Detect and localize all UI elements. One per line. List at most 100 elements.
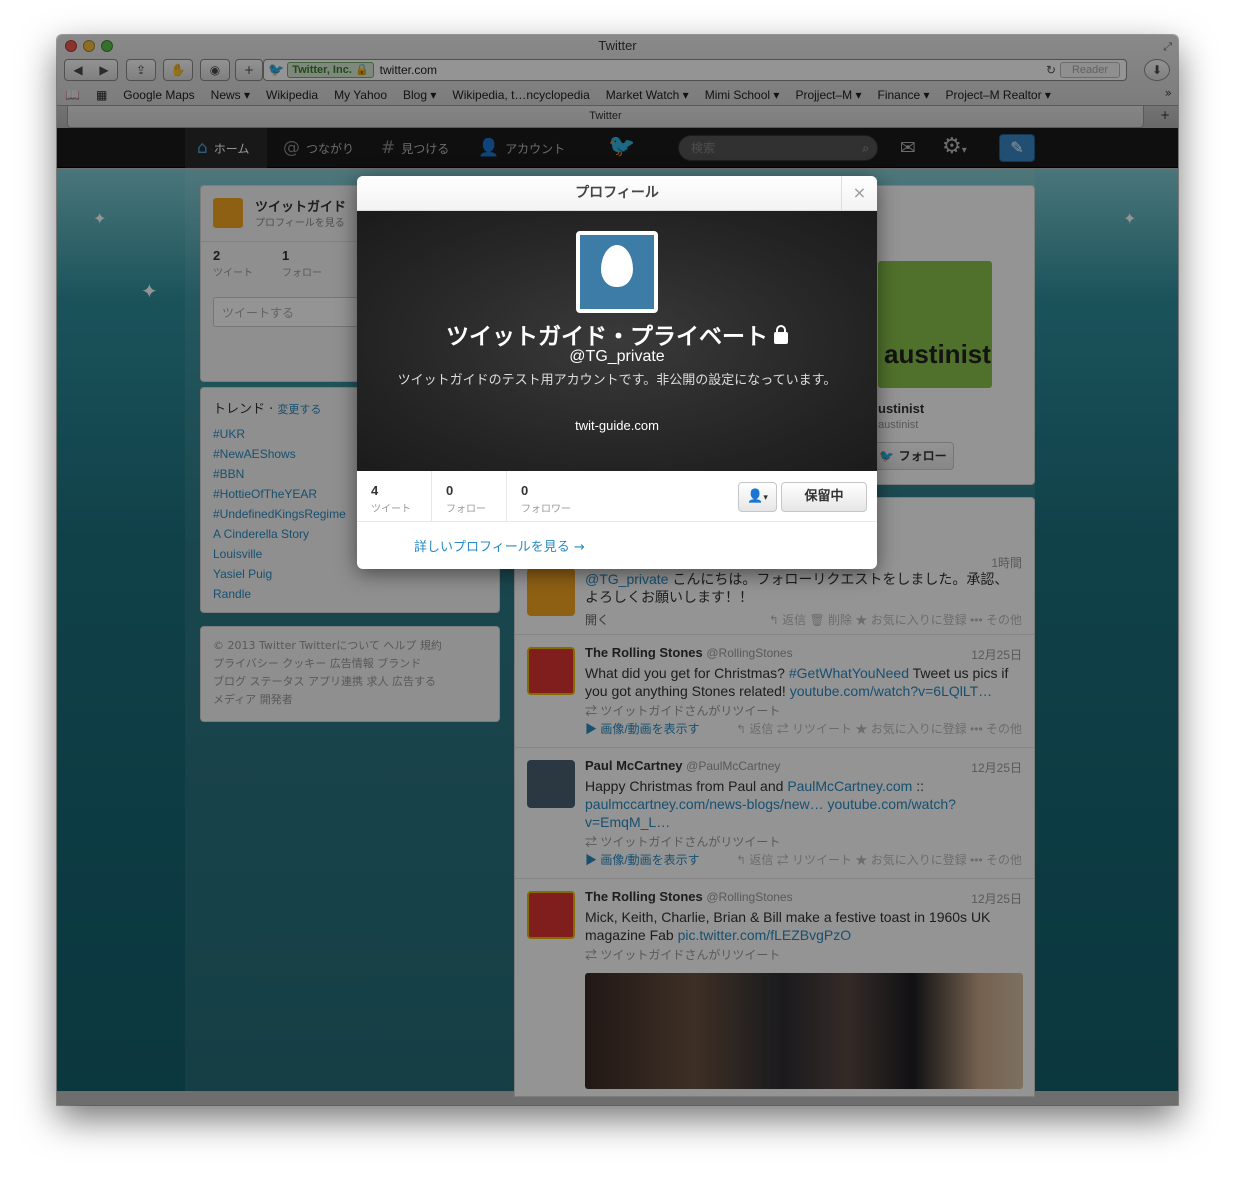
tweet-time[interactable]: 12月25日: [971, 890, 1022, 907]
retweeted-by[interactable]: ツイットガイドさんがリツイート: [600, 704, 780, 718]
profile-avatar[interactable]: [576, 231, 658, 313]
bookmark-item[interactable]: Projject–M ▾: [795, 88, 861, 102]
nav-account[interactable]: 👤 アカウント: [478, 128, 565, 168]
pending-button[interactable]: 保留中: [781, 482, 867, 512]
footer-line[interactable]: © 2013 Twitter Twitterについて ヘルプ 規約: [213, 637, 442, 655]
downloads-button[interactable]: ⬇: [1144, 59, 1170, 81]
dashboard-name[interactable]: ツイットガイド: [255, 196, 346, 215]
share-button[interactable]: ⇪: [126, 59, 156, 81]
url-link[interactable]: PaulMcCartney.com: [787, 778, 912, 794]
tweet-item[interactable]: The Rolling Stones @RollingStones 12月25日…: [515, 879, 1034, 1099]
mention-link[interactable]: @TG_private: [585, 571, 668, 587]
avatar[interactable]: [527, 568, 575, 616]
close-icon[interactable]: ×: [841, 176, 877, 211]
tweet-photo[interactable]: [585, 973, 1023, 1089]
trend-item[interactable]: Randle: [213, 584, 346, 604]
tweet-time[interactable]: 12月25日: [971, 759, 1022, 776]
fullscreen-icon[interactable]: ⤢: [1163, 40, 1172, 54]
bookmark-item[interactable]: Blog ▾: [403, 88, 436, 102]
bookmark-item[interactable]: Wikipedia: [266, 88, 318, 102]
tweet-item[interactable]: The Rolling Stones @RollingStones 12月25日…: [515, 635, 1034, 748]
bookmarks-overflow-icon[interactable]: »: [1165, 86, 1172, 100]
tweet-time[interactable]: 1時間: [991, 554, 1022, 571]
avatar[interactable]: [527, 760, 575, 808]
new-tab-button[interactable]: +: [235, 59, 263, 81]
view-profile-link[interactable]: プロフィールを見る: [255, 214, 345, 229]
bookmark-item[interactable]: Finance ▾: [877, 88, 929, 102]
nav-connect[interactable]: @ つながり: [283, 128, 354, 168]
trend-item[interactable]: Yasiel Puig: [213, 564, 346, 584]
tweet-actions[interactable]: ↰ 返信 🗑 削除 ★ お気に入りに登録 ••• その他: [769, 611, 1022, 628]
view-full-profile-link[interactable]: 詳しいプロフィールを見る →: [414, 536, 585, 555]
hand-button[interactable]: ✋: [163, 59, 193, 81]
search-input[interactable]: 検索 ⌕: [678, 135, 878, 161]
tweet-actions[interactable]: ↰ 返信 ⇄ リツイート ★ お気に入りに登録 ••• その他: [736, 720, 1022, 737]
avatar[interactable]: [527, 891, 575, 939]
avatar[interactable]: [527, 647, 575, 695]
bookmark-item[interactable]: Wikipedia, t…ncyclopedia: [452, 88, 589, 102]
tweet-handle[interactable]: @RollingStones: [706, 890, 792, 904]
mail-icon[interactable]: ✉: [900, 137, 916, 159]
bookmark-item[interactable]: Mimi School ▾: [705, 88, 780, 102]
extension-button[interactable]: ◉: [200, 59, 230, 81]
trend-item[interactable]: A Cinderella Story: [213, 524, 346, 544]
tweet-item[interactable]: Paul McCartney @PaulMcCartney 12月25日 Hap…: [515, 748, 1034, 879]
tweet-author[interactable]: Paul McCartney: [585, 758, 683, 773]
hashtag-link[interactable]: #GetWhatYouNeed: [789, 665, 909, 681]
media-label[interactable]: 画像/動画を表示す: [600, 722, 699, 736]
url-link[interactable]: paulmccartney.com/news-blogs/new… youtub…: [585, 796, 956, 830]
bookmark-item[interactable]: Market Watch ▾: [606, 88, 689, 102]
bookmark-item[interactable]: News ▾: [211, 88, 250, 102]
stat-tweets[interactable]: 4 ツイート: [357, 471, 432, 522]
retweeted-by[interactable]: ツイットガイドさんがリツイート: [600, 835, 780, 849]
ev-certificate-badge[interactable]: Twitter, Inc. 🔒: [287, 62, 374, 78]
compose-tweet-button[interactable]: ✎: [999, 134, 1035, 162]
pic-link[interactable]: pic.twitter.com/fLEZBvgPzO: [678, 927, 852, 943]
tweet-handle[interactable]: @PaulMcCartney: [686, 759, 780, 773]
footer-line[interactable]: プライバシー クッキー 広告情報 ブランド: [213, 655, 442, 673]
url-link[interactable]: youtube.com/watch?v=6LQlLT…: [790, 683, 992, 699]
trend-item[interactable]: Louisville: [213, 544, 346, 564]
tweet-time[interactable]: 12月25日: [971, 646, 1022, 663]
bookmark-item[interactable]: Google Maps: [123, 88, 194, 102]
reload-icon[interactable]: ↻: [1046, 63, 1056, 77]
tab-twitter[interactable]: Twitter: [67, 106, 1144, 128]
nav-discover[interactable]: # 見つける: [381, 128, 449, 168]
retweeted-by[interactable]: ツイットガイドさんがリツイート: [600, 948, 780, 962]
austinist-logo[interactable]: austinist: [878, 261, 992, 388]
open-link[interactable]: 開く: [585, 611, 609, 628]
trend-item[interactable]: #HottieOfTheYEAR: [213, 484, 346, 504]
bookmark-item[interactable]: My Yahoo: [334, 88, 387, 102]
stat-followers[interactable]: 0 フォロワー: [507, 471, 597, 522]
trend-item[interactable]: #UKR: [213, 424, 346, 444]
footer-line[interactable]: メディア 開発者: [213, 691, 442, 709]
add-tab-icon[interactable]: +: [1160, 108, 1170, 122]
footer-line[interactable]: ブログ ステータス アプリ連携 求人 広告する: [213, 673, 442, 691]
bookmark-item[interactable]: Project–M Realtor ▾: [946, 88, 1051, 102]
top-sites-icon[interactable]: ▦: [96, 88, 107, 102]
reading-list-icon[interactable]: 📖: [65, 88, 80, 102]
nav-home[interactable]: ⌂ ホーム: [185, 128, 267, 168]
tweets-count[interactable]: 2: [213, 248, 220, 263]
search-icon[interactable]: ⌕: [862, 136, 869, 160]
trends-change-link[interactable]: 変更する: [277, 403, 321, 416]
follow-button[interactable]: 🐦 フォロー: [872, 442, 954, 470]
tweet-actions[interactable]: ↰ 返信 ⇄ リツイート ★ お気に入りに登録 ••• その他: [736, 851, 1022, 868]
trend-item[interactable]: #BBN: [213, 464, 346, 484]
avatar[interactable]: [213, 198, 243, 228]
back-forward-buttons[interactable]: ◀ ▶: [64, 59, 118, 81]
media-label[interactable]: 画像/動画を表示す: [600, 853, 699, 867]
tweet-author[interactable]: The Rolling Stones: [585, 889, 703, 904]
trend-item[interactable]: #UndefinedKingsRegime: [213, 504, 346, 524]
suggested-name[interactable]: ustinist: [878, 401, 924, 416]
tweet-handle[interactable]: @RollingStones: [706, 646, 792, 660]
forward-arrow-icon[interactable]: ▶: [99, 63, 108, 77]
gear-icon[interactable]: ⚙▾: [942, 134, 967, 159]
tweet-author[interactable]: The Rolling Stones: [585, 645, 703, 660]
reader-button[interactable]: Reader: [1060, 62, 1120, 78]
stat-following[interactable]: 0 フォロー: [432, 471, 507, 522]
user-actions-button[interactable]: 👤▾: [738, 482, 777, 512]
address-bar[interactable]: 🐦 Twitter, Inc. 🔒 twitter.com ↻ Reader: [263, 59, 1127, 81]
profile-url[interactable]: twit-guide.com: [357, 418, 877, 433]
twitter-bird-icon[interactable]: 🐦: [608, 134, 635, 159]
